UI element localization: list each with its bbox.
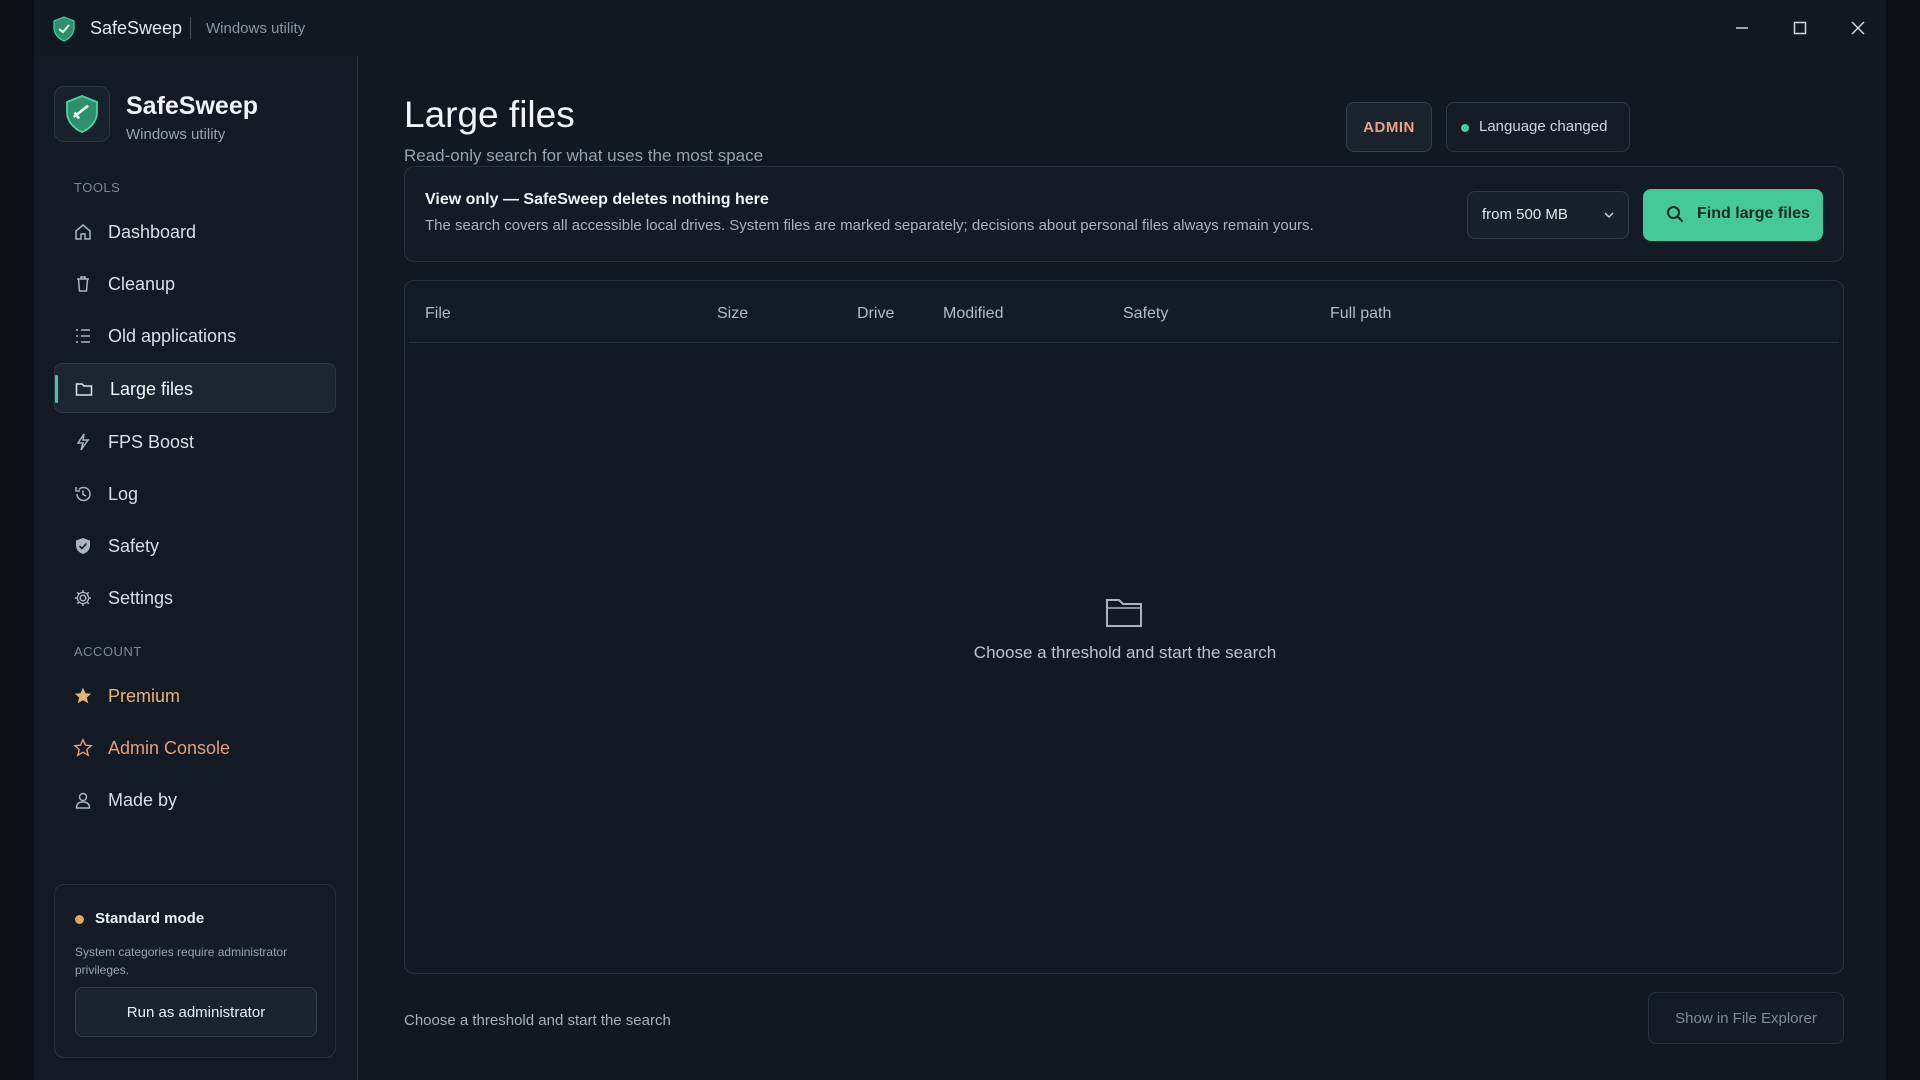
table-header: File Size Drive Modified Safety Full pat… bbox=[409, 285, 1839, 343]
status-pill: Language changed bbox=[1446, 102, 1630, 152]
page-title: Large files bbox=[404, 94, 575, 135]
title-bar: SafeSweep Windows utility bbox=[34, 0, 1886, 56]
sidebar-item-made-by[interactable]: Made by bbox=[54, 775, 336, 825]
sidebar-item-label: Premium bbox=[108, 686, 181, 706]
sidebar-item-safety[interactable]: Safety bbox=[54, 521, 336, 571]
sidebar-item-label: Settings bbox=[108, 588, 174, 608]
sidebar-item-log[interactable]: Log bbox=[54, 469, 336, 519]
mode-status-dot bbox=[75, 915, 84, 924]
history-icon bbox=[72, 483, 94, 505]
mode-title: Standard mode bbox=[95, 910, 205, 927]
sidebar-item-label: Large files bbox=[110, 379, 194, 399]
admin-badge: ADMIN bbox=[1346, 102, 1432, 152]
user-icon bbox=[72, 789, 94, 811]
sidebar-item-label: FPS Boost bbox=[108, 432, 195, 452]
sidebar-item-label: Log bbox=[108, 484, 139, 504]
titlebar-subtitle: Windows utility bbox=[206, 20, 306, 37]
column-header-safety[interactable]: Safety bbox=[1123, 305, 1168, 323]
mode-card: Standard mode System categories require … bbox=[54, 884, 336, 1058]
chevron-down-icon bbox=[1604, 212, 1614, 219]
sidebar-item-label: Safety bbox=[108, 536, 160, 556]
sidebar-item-label: Dashboard bbox=[108, 222, 197, 242]
mode-description: System categories require administrator … bbox=[75, 945, 288, 977]
column-header-file[interactable]: File bbox=[425, 305, 451, 323]
sidebar: SafeSweep Windows utility TOOLS Dashboar… bbox=[34, 56, 358, 1080]
folder-icon bbox=[73, 378, 95, 400]
sidebar-item-cleanup[interactable]: Cleanup bbox=[54, 259, 336, 309]
sidebar-item-old-applications[interactable]: Old applications bbox=[54, 311, 336, 361]
sidebar-item-fps-boost[interactable]: FPS Boost bbox=[54, 417, 336, 467]
sidebar-item-admin-console[interactable]: Admin Console bbox=[54, 723, 336, 773]
show-in-file-explorer-button[interactable]: Show in File Explorer bbox=[1648, 992, 1844, 1044]
trash-icon bbox=[72, 273, 94, 295]
close-button[interactable] bbox=[1840, 12, 1876, 44]
account-section-label: ACCOUNT bbox=[74, 644, 142, 659]
list-icon bbox=[72, 325, 94, 347]
empty-folder-icon bbox=[1106, 599, 1142, 627]
sidebar-item-label: Made by bbox=[108, 790, 178, 810]
status-dot bbox=[1461, 124, 1469, 132]
close-icon bbox=[1851, 21, 1865, 35]
column-header-drive[interactable]: Drive bbox=[857, 305, 894, 323]
find-button-label: Find large files bbox=[1697, 205, 1810, 222]
sidebar-item-label: Admin Console bbox=[108, 738, 231, 758]
threshold-value: from 500 MB bbox=[1482, 206, 1568, 223]
sidebar-item-label: Cleanup bbox=[108, 274, 176, 294]
sidebar-item-premium[interactable]: Premium bbox=[54, 671, 336, 721]
brand-logo bbox=[54, 86, 110, 142]
home-icon bbox=[72, 221, 94, 243]
star-outline-icon bbox=[72, 737, 94, 759]
find-large-files-button[interactable]: Find large files bbox=[1643, 189, 1823, 241]
info-title: View only — SafeSweep deletes nothing he… bbox=[425, 191, 769, 208]
titlebar-separator bbox=[190, 17, 191, 39]
column-header-full-path[interactable]: Full path bbox=[1330, 305, 1391, 323]
shield-icon bbox=[72, 535, 94, 557]
sidebar-item-label: Old applications bbox=[108, 326, 237, 346]
empty-state-text: Choose a threshold and start the search bbox=[973, 643, 1277, 662]
shield-logo-icon bbox=[53, 16, 75, 42]
star-filled-icon bbox=[72, 685, 94, 707]
minimize-icon bbox=[1736, 27, 1748, 29]
sidebar-item-large-files[interactable]: Large files bbox=[54, 363, 336, 413]
app-window: SafeSweep Windows utility SafeSweep Wind… bbox=[34, 0, 1886, 1080]
sidebar-item-dashboard[interactable]: Dashboard bbox=[54, 207, 336, 257]
maximize-button[interactable] bbox=[1782, 12, 1818, 44]
search-icon bbox=[1667, 206, 1684, 223]
footer-status-text: Choose a threshold and start the search bbox=[404, 1012, 671, 1029]
tools-section-label: TOOLS bbox=[74, 180, 121, 195]
info-panel: View only — SafeSweep deletes nothing he… bbox=[404, 166, 1844, 262]
run-as-admin-button[interactable]: Run as administrator bbox=[75, 987, 317, 1037]
maximize-icon bbox=[1793, 21, 1807, 35]
status-text: Language changed bbox=[1479, 118, 1608, 135]
sidebar-item-settings[interactable]: Settings bbox=[54, 573, 336, 623]
brand-name: SafeSweep bbox=[126, 92, 259, 120]
info-text: The search covers all accessible local d… bbox=[425, 217, 1314, 234]
results-table: File Size Drive Modified Safety Full pat… bbox=[404, 280, 1844, 974]
gear-icon bbox=[72, 587, 94, 609]
column-header-size[interactable]: Size bbox=[717, 305, 748, 323]
threshold-select[interactable]: from 500 MB bbox=[1467, 191, 1629, 239]
page-subtitle: Read-only search for what uses the most … bbox=[404, 146, 764, 165]
minimize-button[interactable] bbox=[1724, 12, 1760, 44]
column-header-modified[interactable]: Modified bbox=[943, 305, 1003, 323]
main-content: Large files Read-only search for what us… bbox=[358, 56, 1886, 1080]
brand-subtitle: Windows utility bbox=[126, 126, 226, 143]
shield-logo-icon bbox=[66, 95, 98, 133]
bolt-icon bbox=[72, 431, 94, 453]
titlebar-app-name: SafeSweep bbox=[90, 18, 183, 38]
